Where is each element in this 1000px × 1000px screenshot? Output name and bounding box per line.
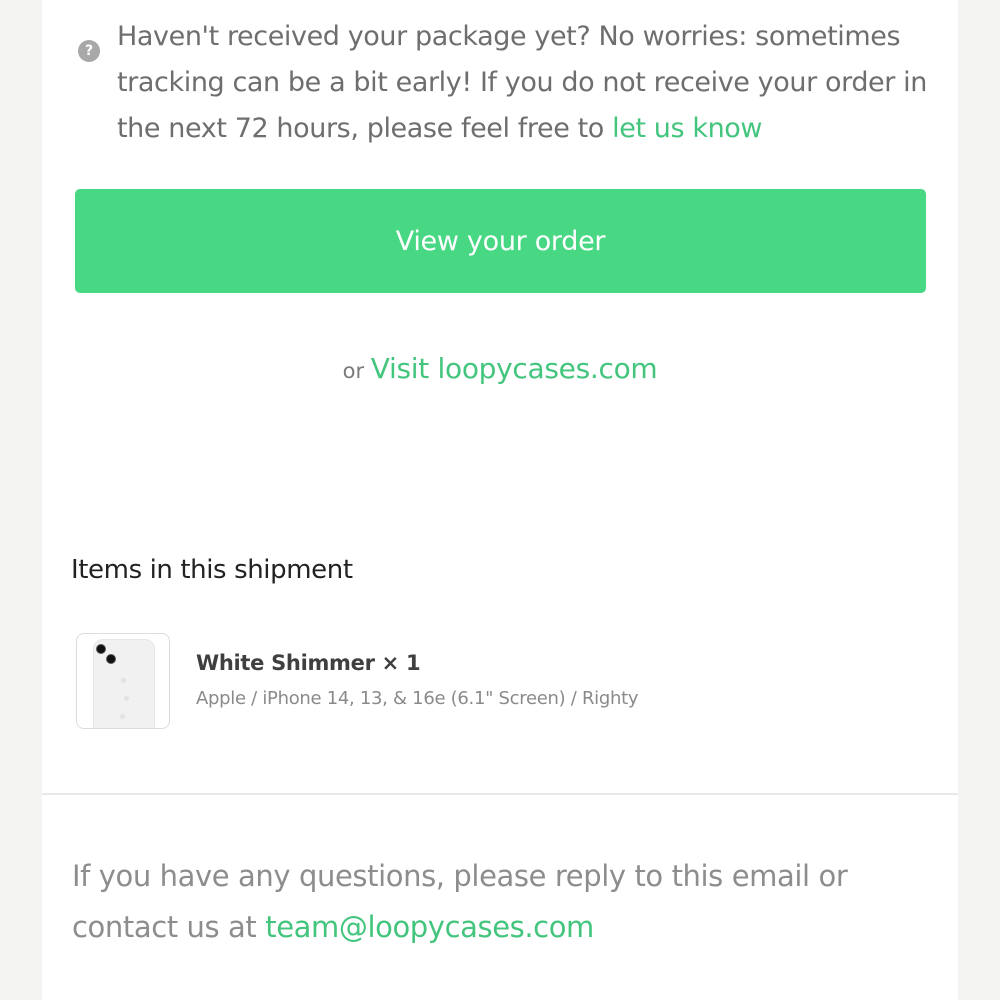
camera-lens-icon — [106, 654, 116, 664]
view-order-button[interactable]: View your order — [75, 189, 926, 293]
visit-prefix: or — [342, 359, 365, 383]
notice-body: Haven't received your package yet? No wo… — [117, 21, 927, 144]
delivery-notice-text: Haven't received your package yet? No wo… — [117, 14, 947, 152]
footer-contact: If you have any questions, please reply … — [72, 851, 932, 953]
shimmer-dot — [121, 678, 126, 683]
visit-site-link[interactable]: Visit loopycases.com — [371, 352, 658, 385]
section-divider — [42, 793, 958, 795]
contact-email-link[interactable]: team@loopycases.com — [265, 910, 594, 944]
let-us-know-link[interactable]: let us know — [612, 113, 762, 144]
visit-site-line: or Visit loopycases.com — [0, 352, 1000, 385]
question-circle-icon: ? — [78, 40, 100, 62]
shimmer-dot — [120, 714, 125, 719]
shimmer-dot — [124, 696, 129, 701]
product-name[interactable]: White Shimmer × 1 — [196, 651, 421, 675]
camera-lens-icon — [96, 644, 106, 654]
items-section-title: Items in this shipment — [71, 555, 353, 585]
phone-case-icon — [93, 639, 155, 728]
product-thumbnail[interactable] — [76, 633, 170, 729]
product-variant: Apple / iPhone 14, 13, & 16e (6.1" Scree… — [196, 688, 639, 709]
